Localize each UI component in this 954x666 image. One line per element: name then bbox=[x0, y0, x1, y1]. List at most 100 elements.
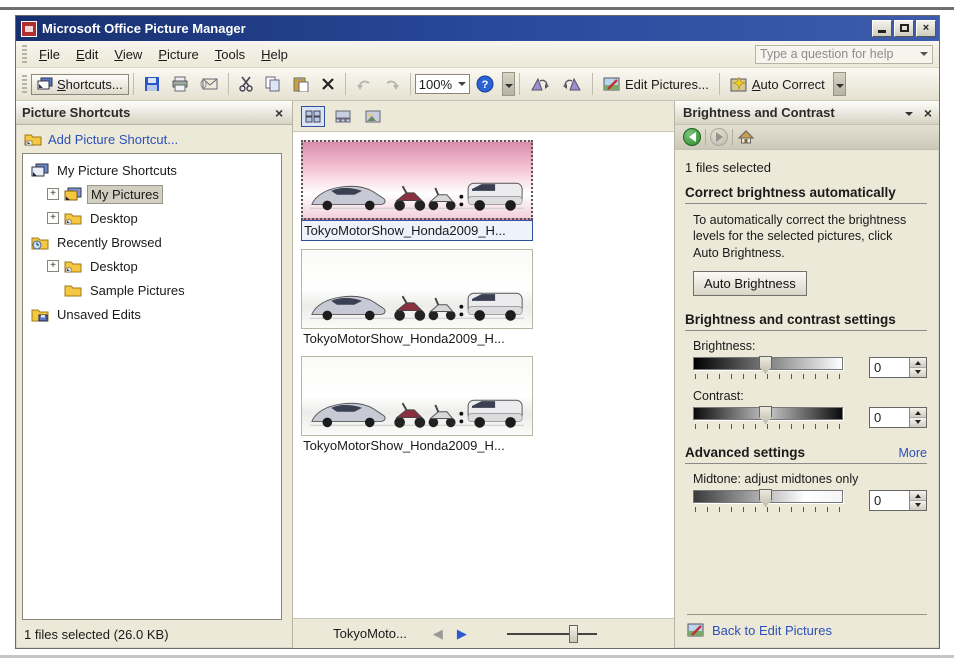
panel-menu-icon[interactable] bbox=[905, 112, 913, 120]
undo-icon bbox=[356, 77, 372, 91]
brightness-slider[interactable] bbox=[693, 357, 843, 381]
tree-item-my-pictures[interactable]: + My Pictures bbox=[23, 182, 281, 206]
thumbnail-1-image bbox=[301, 140, 533, 220]
zoom-slider[interactable] bbox=[507, 624, 597, 644]
advanced-settings-heading: Advanced settings bbox=[685, 445, 805, 460]
menu-edit[interactable]: Edit bbox=[68, 44, 106, 65]
folder-icon bbox=[64, 283, 82, 297]
zoom-slider-handle[interactable] bbox=[569, 625, 578, 643]
tree-item-desktop-2[interactable]: + Desktop bbox=[23, 254, 281, 278]
paste-button[interactable] bbox=[287, 73, 315, 95]
tree-item-unsaved-edits[interactable]: Unsaved Edits bbox=[23, 302, 281, 326]
tree-item-my-picture-shortcuts[interactable]: My Picture Shortcuts bbox=[23, 158, 281, 182]
menu-picture[interactable]: Picture bbox=[150, 44, 206, 65]
toolbar-options-button-2[interactable] bbox=[833, 72, 846, 96]
back-to-edit-pictures-link[interactable]: Back to Edit Pictures bbox=[687, 623, 927, 638]
thumbnail-list: TokyoMotorShow_Honda2009_H... TokyoMotor… bbox=[293, 131, 674, 618]
auto-correct-icon bbox=[730, 77, 748, 92]
spin-down-icon[interactable] bbox=[910, 501, 926, 510]
midtone-slider-handle[interactable] bbox=[759, 489, 772, 507]
auto-brightness-button[interactable]: Auto Brightness bbox=[693, 271, 807, 296]
expand-icon[interactable]: + bbox=[47, 260, 59, 272]
close-panel-icon[interactable]: × bbox=[921, 105, 935, 121]
mail-button[interactable] bbox=[194, 74, 224, 94]
save-button[interactable] bbox=[138, 73, 166, 95]
print-button[interactable] bbox=[166, 73, 194, 95]
slider-ticks bbox=[695, 374, 841, 379]
undo-button[interactable] bbox=[350, 74, 378, 94]
copy-button[interactable] bbox=[259, 73, 287, 95]
redo-button[interactable] bbox=[378, 74, 406, 94]
rotate-left-button[interactable] bbox=[524, 73, 556, 95]
app-window: Microsoft Office Picture Manager × File … bbox=[15, 15, 940, 649]
toolbar-options-button[interactable] bbox=[502, 72, 515, 96]
maximize-button[interactable] bbox=[894, 20, 914, 37]
shortcuts-button[interactable]: Shortcuts... bbox=[31, 74, 129, 95]
tree-item-recently-browsed[interactable]: Recently Browsed bbox=[23, 230, 281, 254]
app-icon bbox=[21, 21, 37, 37]
thumbnail-2[interactable]: TokyoMotorShow_Honda2009_H... bbox=[301, 249, 535, 348]
rotate-right-button[interactable] bbox=[556, 73, 588, 95]
thumbnail-view-button[interactable] bbox=[301, 106, 325, 127]
contrast-spinner[interactable]: 0 bbox=[869, 407, 927, 428]
zoom-value: 100% bbox=[419, 77, 452, 92]
thumbnail-1-caption: TokyoMotorShow_Honda2009_H... bbox=[301, 220, 533, 241]
back-icon[interactable] bbox=[683, 128, 701, 146]
help-button[interactable]: ? bbox=[470, 72, 500, 96]
contrast-slider-handle[interactable] bbox=[759, 406, 772, 424]
edit-pictures-button[interactable]: Edit Pictures... bbox=[597, 74, 715, 95]
spin-up-icon[interactable] bbox=[910, 491, 926, 501]
menu-view[interactable]: View bbox=[106, 44, 150, 65]
thumbnail-3[interactable]: TokyoMotorShow_Honda2009_H... bbox=[301, 356, 535, 455]
folder-shortcut-icon bbox=[64, 211, 82, 225]
menu-tools[interactable]: Tools bbox=[207, 44, 253, 65]
home-icon[interactable] bbox=[737, 129, 755, 145]
close-button[interactable]: × bbox=[916, 20, 936, 37]
more-link[interactable]: More bbox=[899, 446, 927, 460]
delete-button[interactable] bbox=[315, 74, 341, 94]
rotate-left-icon bbox=[530, 76, 550, 92]
add-picture-shortcut-link[interactable]: Add Picture Shortcut... bbox=[48, 132, 178, 147]
brightness-slider-handle[interactable] bbox=[759, 356, 772, 374]
minimize-button[interactable] bbox=[872, 20, 892, 37]
tree-item-desktop-1[interactable]: + Desktop bbox=[23, 206, 281, 230]
shortcuts-icon bbox=[37, 77, 53, 91]
spin-up-icon[interactable] bbox=[910, 358, 926, 368]
edit-pictures-label: Edit Pictures... bbox=[625, 77, 709, 92]
panel-footer: Back to Edit Pictures bbox=[675, 608, 939, 648]
midtone-spinner[interactable]: 0 bbox=[869, 490, 927, 511]
forward-icon[interactable] bbox=[710, 128, 728, 146]
thumbnail-view-area: TokyoMotorShow_Honda2009_H... TokyoMotor… bbox=[293, 101, 674, 648]
cut-button[interactable] bbox=[233, 73, 259, 95]
svg-text:?: ? bbox=[482, 79, 489, 91]
contrast-slider[interactable] bbox=[693, 407, 843, 431]
brightness-spinner[interactable]: 0 bbox=[869, 357, 927, 378]
close-panel-icon[interactable]: × bbox=[272, 105, 286, 121]
midtone-value: 0 bbox=[870, 491, 909, 510]
spin-down-icon[interactable] bbox=[910, 418, 926, 427]
titlebar[interactable]: Microsoft Office Picture Manager × bbox=[16, 16, 939, 41]
midtone-label: Midtone: adjust midtones only bbox=[685, 472, 927, 486]
help-question-input[interactable]: Type a question for help bbox=[755, 45, 933, 64]
menu-help[interactable]: Help bbox=[253, 44, 296, 65]
tree-item-sample-pictures[interactable]: Sample Pictures bbox=[23, 278, 281, 302]
honda-lineup-image bbox=[302, 272, 532, 326]
filmstrip-view-button[interactable] bbox=[331, 106, 355, 127]
shortcut-tree: My Picture Shortcuts + My Pictures + Des… bbox=[22, 153, 282, 620]
previous-picture-button[interactable]: ◀ bbox=[433, 626, 443, 642]
auto-correct-button[interactable]: Auto Correct bbox=[724, 74, 831, 95]
contrast-label: Contrast: bbox=[685, 389, 927, 403]
midtone-slider[interactable] bbox=[693, 490, 843, 514]
single-picture-view-button[interactable] bbox=[361, 106, 385, 127]
spin-up-icon[interactable] bbox=[910, 408, 926, 418]
thumbnail-1[interactable]: TokyoMotorShow_Honda2009_H... bbox=[301, 140, 535, 241]
next-picture-button[interactable]: ▶ bbox=[457, 626, 467, 642]
toolbar-gripper[interactable] bbox=[22, 75, 27, 93]
section-heading-settings: Brightness and contrast settings bbox=[685, 312, 927, 331]
menu-gripper[interactable] bbox=[22, 45, 27, 63]
expand-icon[interactable]: + bbox=[47, 188, 59, 200]
expand-icon[interactable]: + bbox=[47, 212, 59, 224]
zoom-dropdown[interactable]: 100% bbox=[415, 74, 470, 94]
spin-down-icon[interactable] bbox=[910, 368, 926, 377]
menu-file[interactable]: File bbox=[31, 44, 68, 65]
